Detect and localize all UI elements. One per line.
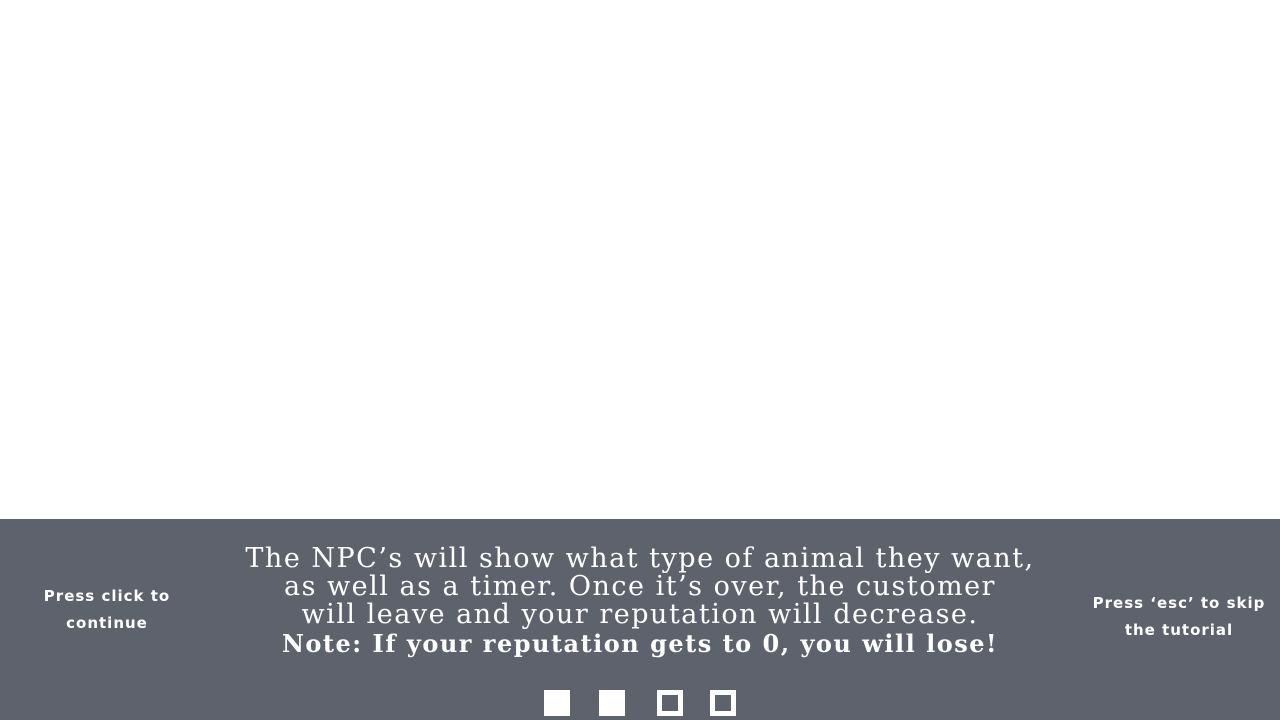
tutorial-message: The NPC’s will show what type of animal … xyxy=(205,545,1075,659)
message-line: The NPC’s will show what type of animal … xyxy=(245,543,1035,574)
page-indicator-dot xyxy=(657,690,683,716)
skip-tutorial-hint: Press ‘esc’ to skip the tutorial xyxy=(1092,594,1266,639)
page-indicator-dot xyxy=(544,690,570,716)
page-indicator-dot xyxy=(710,690,736,716)
game-viewport[interactable] xyxy=(0,0,1280,519)
page-indicator-dot xyxy=(599,690,625,716)
tutorial-panel[interactable]: Press click to continue The NPC’s will s… xyxy=(0,519,1280,720)
tutorial-page-indicator xyxy=(0,690,1280,716)
message-line: will leave and your reputation will decr… xyxy=(301,599,979,630)
message-line: as well as a timer. Once it’s over, the … xyxy=(284,571,996,602)
continue-hint: Press click to continue xyxy=(43,587,171,632)
tutorial-note: Note: If your reputation gets to 0, you … xyxy=(281,629,999,658)
